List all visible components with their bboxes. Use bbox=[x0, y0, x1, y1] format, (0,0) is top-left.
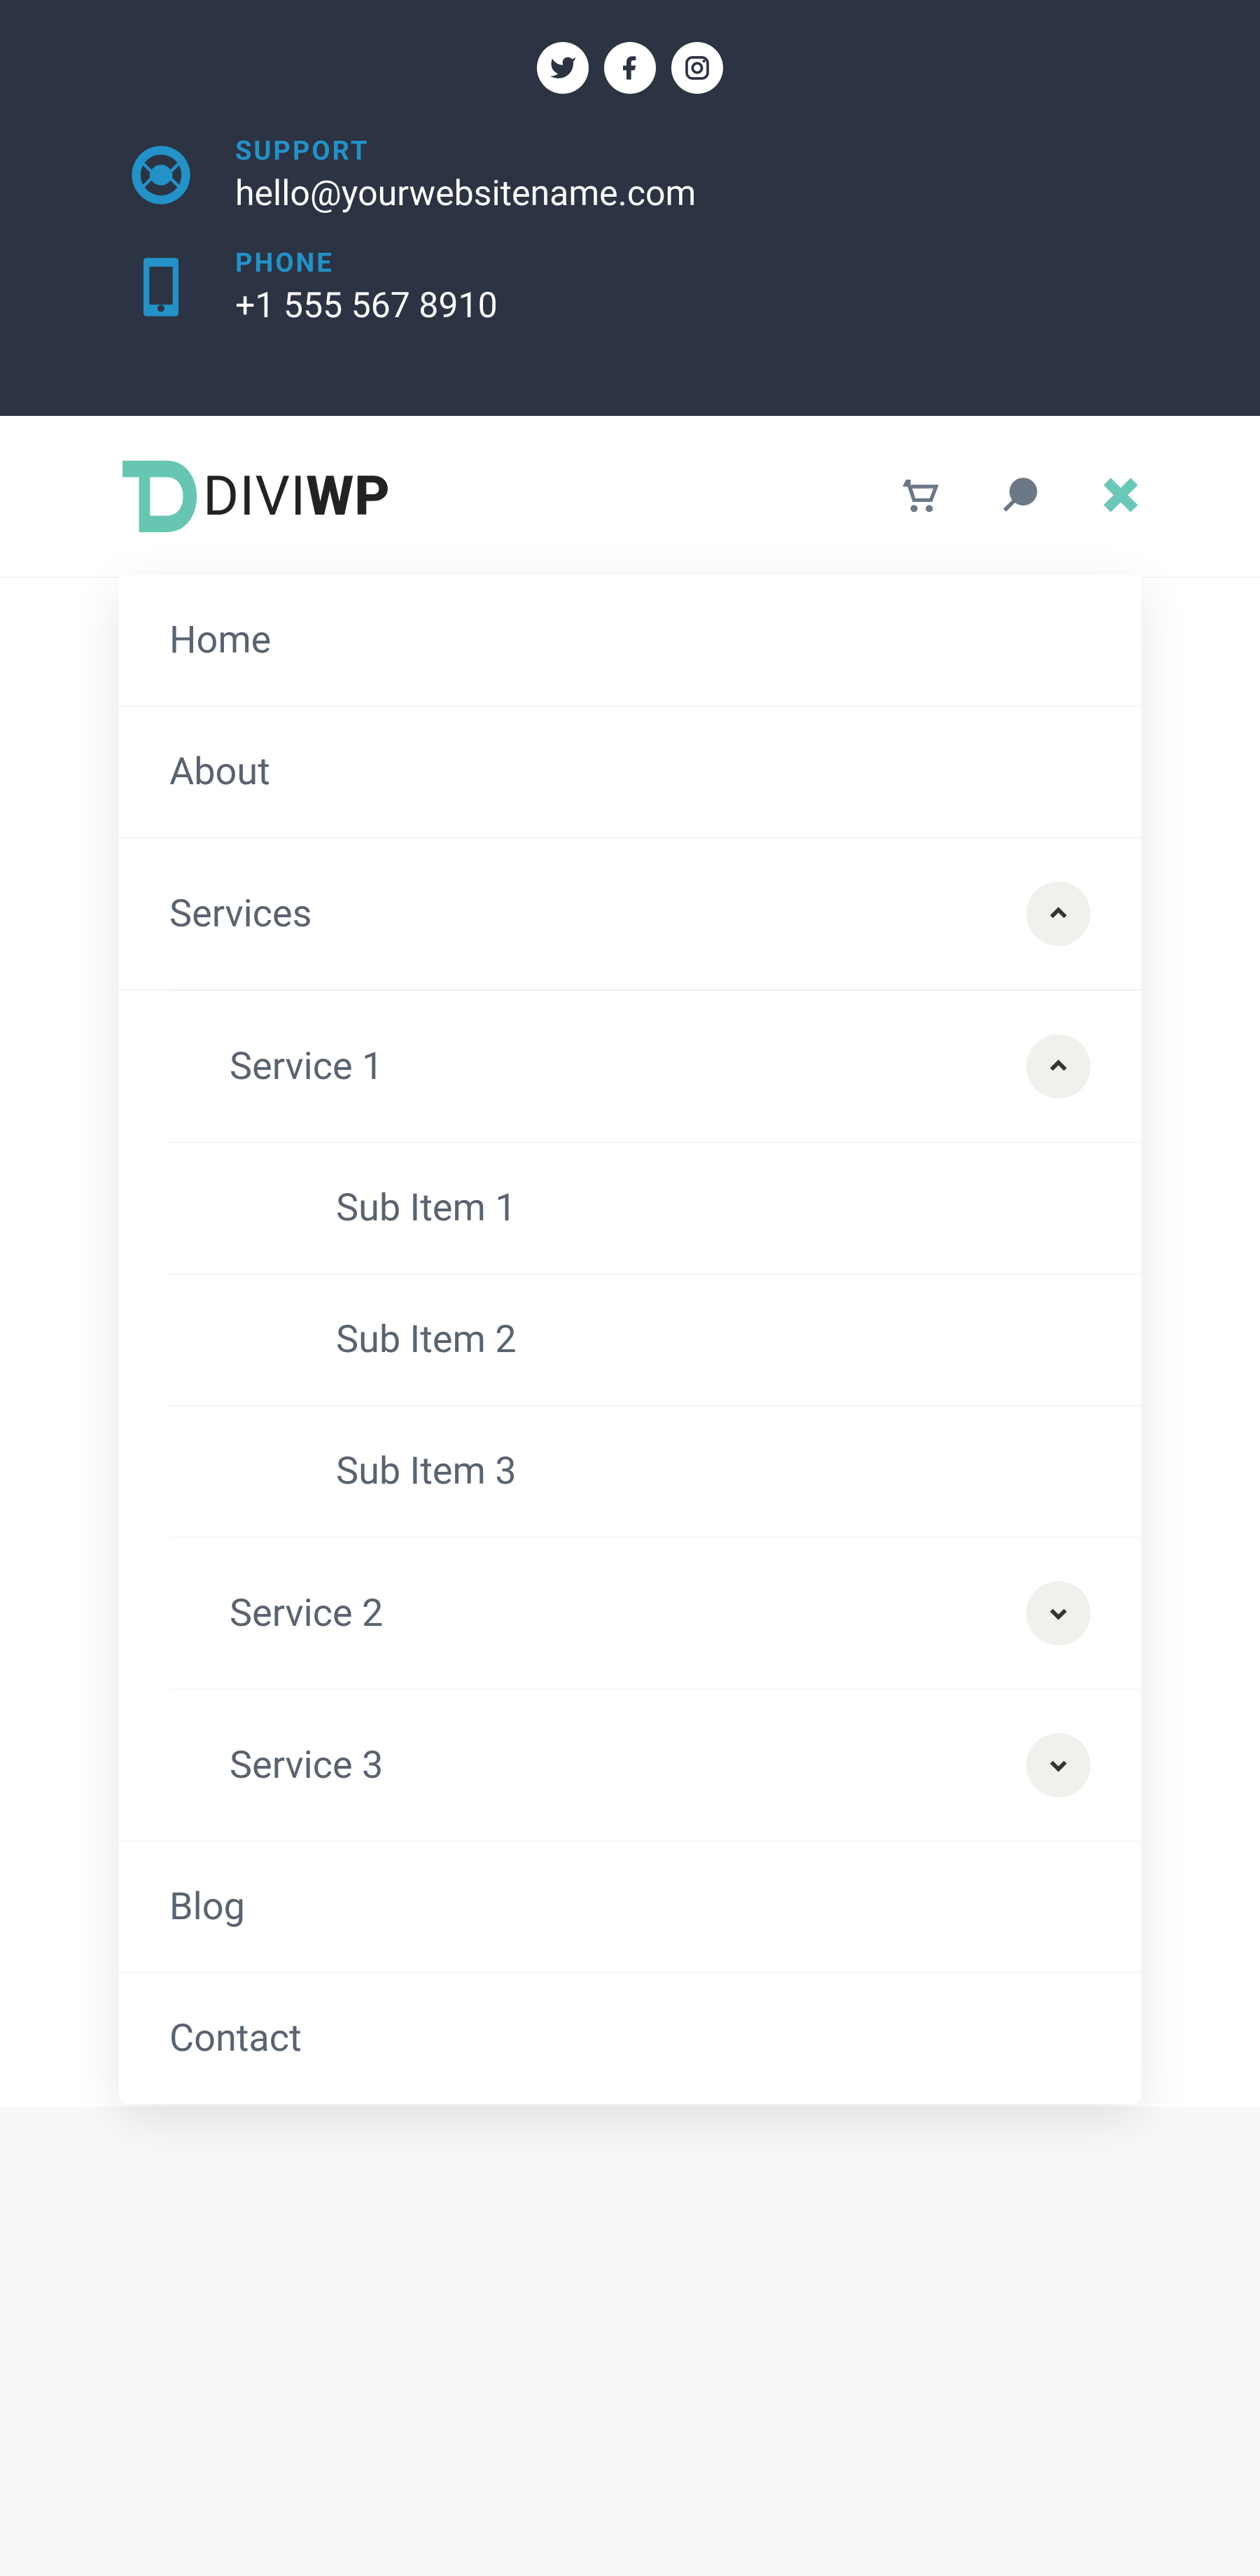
menu-item-sub1[interactable]: Sub Item 1 bbox=[119, 1143, 1141, 1274]
menu-item-sub3[interactable]: Sub Item 3 bbox=[119, 1406, 1141, 1537]
phone-value[interactable]: +1 555 567 8910 bbox=[235, 286, 498, 326]
social-row bbox=[56, 42, 1204, 94]
close-menu-icon[interactable] bbox=[1100, 475, 1141, 518]
logo-text: DIVIWP bbox=[203, 465, 391, 529]
support-icon bbox=[126, 140, 196, 210]
twitter-icon[interactable] bbox=[537, 42, 589, 94]
menu-item-service3[interactable]: Service 3 bbox=[119, 1690, 1141, 1842]
toggle-service2[interactable] bbox=[1026, 1581, 1091, 1645]
support-value[interactable]: hello@yourwebsitename.com bbox=[235, 174, 696, 214]
toggle-service1[interactable] bbox=[1026, 1034, 1091, 1099]
chevron-down-icon bbox=[1046, 1753, 1070, 1777]
search-icon[interactable] bbox=[1000, 475, 1040, 518]
facebook-icon[interactable] bbox=[604, 42, 656, 94]
phone-label: PHONE bbox=[235, 248, 498, 279]
menu-item-contact[interactable]: Contact bbox=[119, 1973, 1141, 2104]
support-label: SUPPORT bbox=[235, 136, 696, 167]
menu-item-service1[interactable]: Service 1 bbox=[119, 991, 1141, 1142]
header: DIVIWP Home About Services Service 1 bbox=[0, 416, 1260, 2107]
menu-item-home[interactable]: Home bbox=[119, 575, 1141, 706]
instagram-icon[interactable] bbox=[671, 42, 723, 94]
menu-item-services[interactable]: Services bbox=[119, 838, 1141, 990]
phone-block: PHONE +1 555 567 8910 bbox=[56, 248, 1204, 326]
chevron-up-icon bbox=[1046, 1054, 1070, 1078]
menu-item-sub2[interactable]: Sub Item 2 bbox=[119, 1274, 1141, 1405]
support-block: SUPPORT hello@yourwebsitename.com bbox=[56, 136, 1204, 214]
mobile-menu: Home About Services Service 1 Sub Item 1… bbox=[119, 575, 1141, 2104]
menu-item-service2[interactable]: Service 2 bbox=[119, 1538, 1141, 1689]
menu-item-blog[interactable]: Blog bbox=[119, 1842, 1141, 1973]
toggle-service3[interactable] bbox=[1026, 1733, 1091, 1797]
logo[interactable]: DIVIWP bbox=[119, 458, 391, 535]
toggle-services[interactable] bbox=[1026, 882, 1091, 946]
menu-item-about[interactable]: About bbox=[119, 706, 1141, 838]
cart-icon[interactable] bbox=[899, 475, 939, 518]
chevron-up-icon bbox=[1046, 902, 1070, 926]
topbar: SUPPORT hello@yourwebsitename.com PHONE … bbox=[0, 0, 1260, 416]
phone-icon bbox=[126, 252, 196, 322]
chevron-down-icon bbox=[1046, 1601, 1070, 1625]
logo-mark-icon bbox=[119, 458, 203, 535]
